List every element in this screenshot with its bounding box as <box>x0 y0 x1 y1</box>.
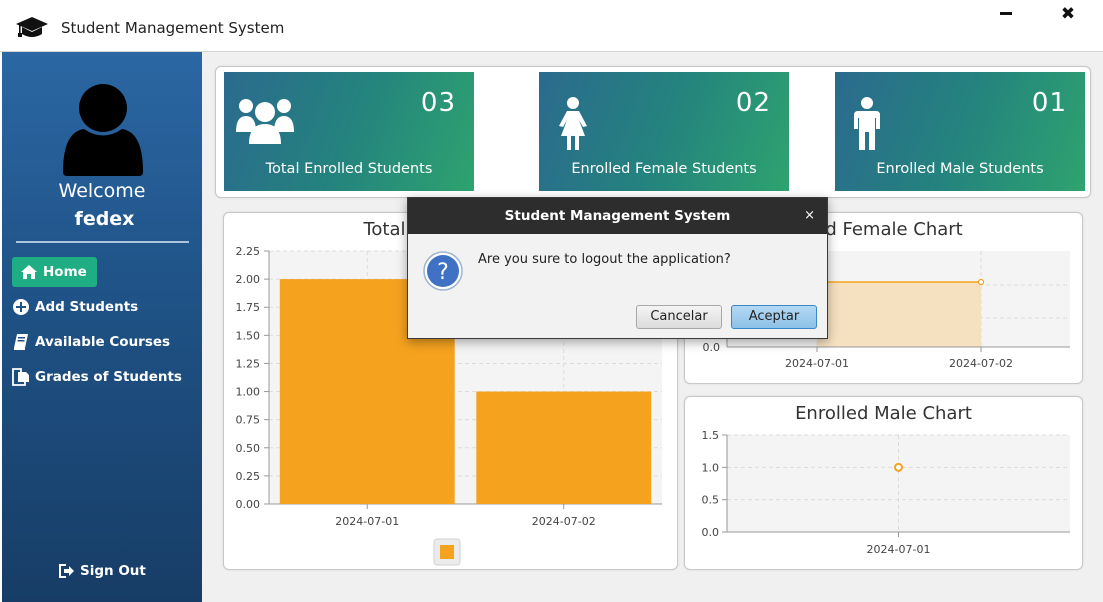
plus-circle-icon <box>13 299 29 315</box>
y-tick-label: 2.25 <box>236 245 261 258</box>
y-tick-label: 1.0 <box>702 461 720 474</box>
y-tick-label: 1.75 <box>236 301 261 314</box>
y-tick-label: 0.25 <box>236 470 261 483</box>
sidebar-item-grades[interactable]: Grades of Students <box>12 362 182 392</box>
area-fill <box>817 282 981 347</box>
close-window-button[interactable]: ✖ <box>1058 4 1078 24</box>
window-title: Student Management System <box>61 19 285 37</box>
y-tick-label: 2.00 <box>236 273 261 286</box>
y-tick-label: 0.0 <box>702 526 720 539</box>
total-students-card: 03 Total Enrolled Students <box>224 72 474 191</box>
sign-out-button[interactable]: Sign Out <box>57 562 146 580</box>
sidebar-divider <box>16 241 189 243</box>
welcome-text: Welcome <box>58 180 146 202</box>
stats-panel: 03 Total Enrolled Students 02 Enrolled F… <box>215 66 1091 198</box>
sidebar-item-label: Home <box>43 264 87 280</box>
sidebar: Welcome fedex Home Add Students Availabl… <box>2 52 202 602</box>
cancel-button[interactable]: Cancelar <box>636 305 722 329</box>
logout-dialog: Student Management System × ? Are you su… <box>407 197 828 339</box>
y-tick-label: 0.00 <box>236 498 261 511</box>
y-tick-label: 1.50 <box>236 329 261 342</box>
sign-out-icon <box>59 564 74 578</box>
sidebar-item-label: Grades of Students <box>35 369 182 385</box>
accept-button[interactable]: Aceptar <box>731 305 817 329</box>
male-icon <box>854 97 880 150</box>
data-point <box>977 278 985 286</box>
female-students-count: 02 <box>735 88 771 118</box>
female-students-label: Enrolled Female Students <box>571 161 757 177</box>
female-students-card: 02 Enrolled Female Students <box>539 72 789 191</box>
question-icon: ? <box>423 251 463 291</box>
x-tick-label: 2024-07-01 <box>335 515 399 528</box>
total-students-count: 03 <box>420 88 456 118</box>
y-tick-label: 0.50 <box>236 442 261 455</box>
male-scatter-chart: 1.5 1.0 0.5 0.0 2024-07-01 <box>702 429 1070 556</box>
graduation-cap-icon <box>16 17 48 37</box>
svg-text:?: ? <box>437 260 449 285</box>
title-bar: Student Management System ✖ <box>0 0 1103 52</box>
y-tick-label: 1.25 <box>236 357 261 370</box>
sidebar-item-label: Available Courses <box>35 334 171 350</box>
sidebar-item-available-courses[interactable]: Available Courses <box>12 327 170 357</box>
home-icon <box>21 265 37 279</box>
male-students-label: Enrolled Male Students <box>876 161 1044 177</box>
x-tick-label: 2024-07-02 <box>949 357 1013 370</box>
users-icon <box>236 99 294 144</box>
female-icon <box>559 97 587 150</box>
minimize-button[interactable] <box>996 6 1016 22</box>
y-tick-label: 0.75 <box>236 414 261 427</box>
y-tick-label: 0.0 <box>703 341 721 354</box>
data-point <box>894 462 903 472</box>
user-avatar-icon <box>63 84 143 176</box>
sign-out-label: Sign Out <box>80 563 146 579</box>
dialog-message: Are you sure to logout the application? <box>478 252 731 267</box>
book-icon <box>14 334 28 350</box>
x-tick-label: 2024-07-01 <box>785 357 849 370</box>
legend-swatch <box>440 545 454 559</box>
male-students-count: 01 <box>1031 88 1067 118</box>
bar <box>476 391 652 504</box>
sidebar-item-label: Add Students <box>35 299 139 315</box>
y-tick-label: 1.5 <box>702 429 720 442</box>
x-tick-label: 2024-07-01 <box>867 543 931 556</box>
minimize-icon <box>1000 12 1012 15</box>
dialog-close-button[interactable]: × <box>804 198 815 234</box>
dialog-title: Student Management System <box>408 198 827 234</box>
x-tick-label: 2024-07-02 <box>532 515 596 528</box>
male-students-card: 01 Enrolled Male Students <box>835 72 1085 191</box>
sidebar-item-add-students[interactable]: Add Students <box>12 292 138 322</box>
y-tick-label: 1.00 <box>236 386 261 399</box>
y-tick-label: 0.5 <box>702 494 720 507</box>
total-students-label: Total Enrolled Students <box>265 161 433 177</box>
documents-icon <box>12 368 29 386</box>
male-chart-panel: Enrolled Male Chart 1.5 1.0 0.5 0.0 2024-07-… <box>684 396 1083 570</box>
sidebar-item-home[interactable]: Home <box>12 257 97 287</box>
